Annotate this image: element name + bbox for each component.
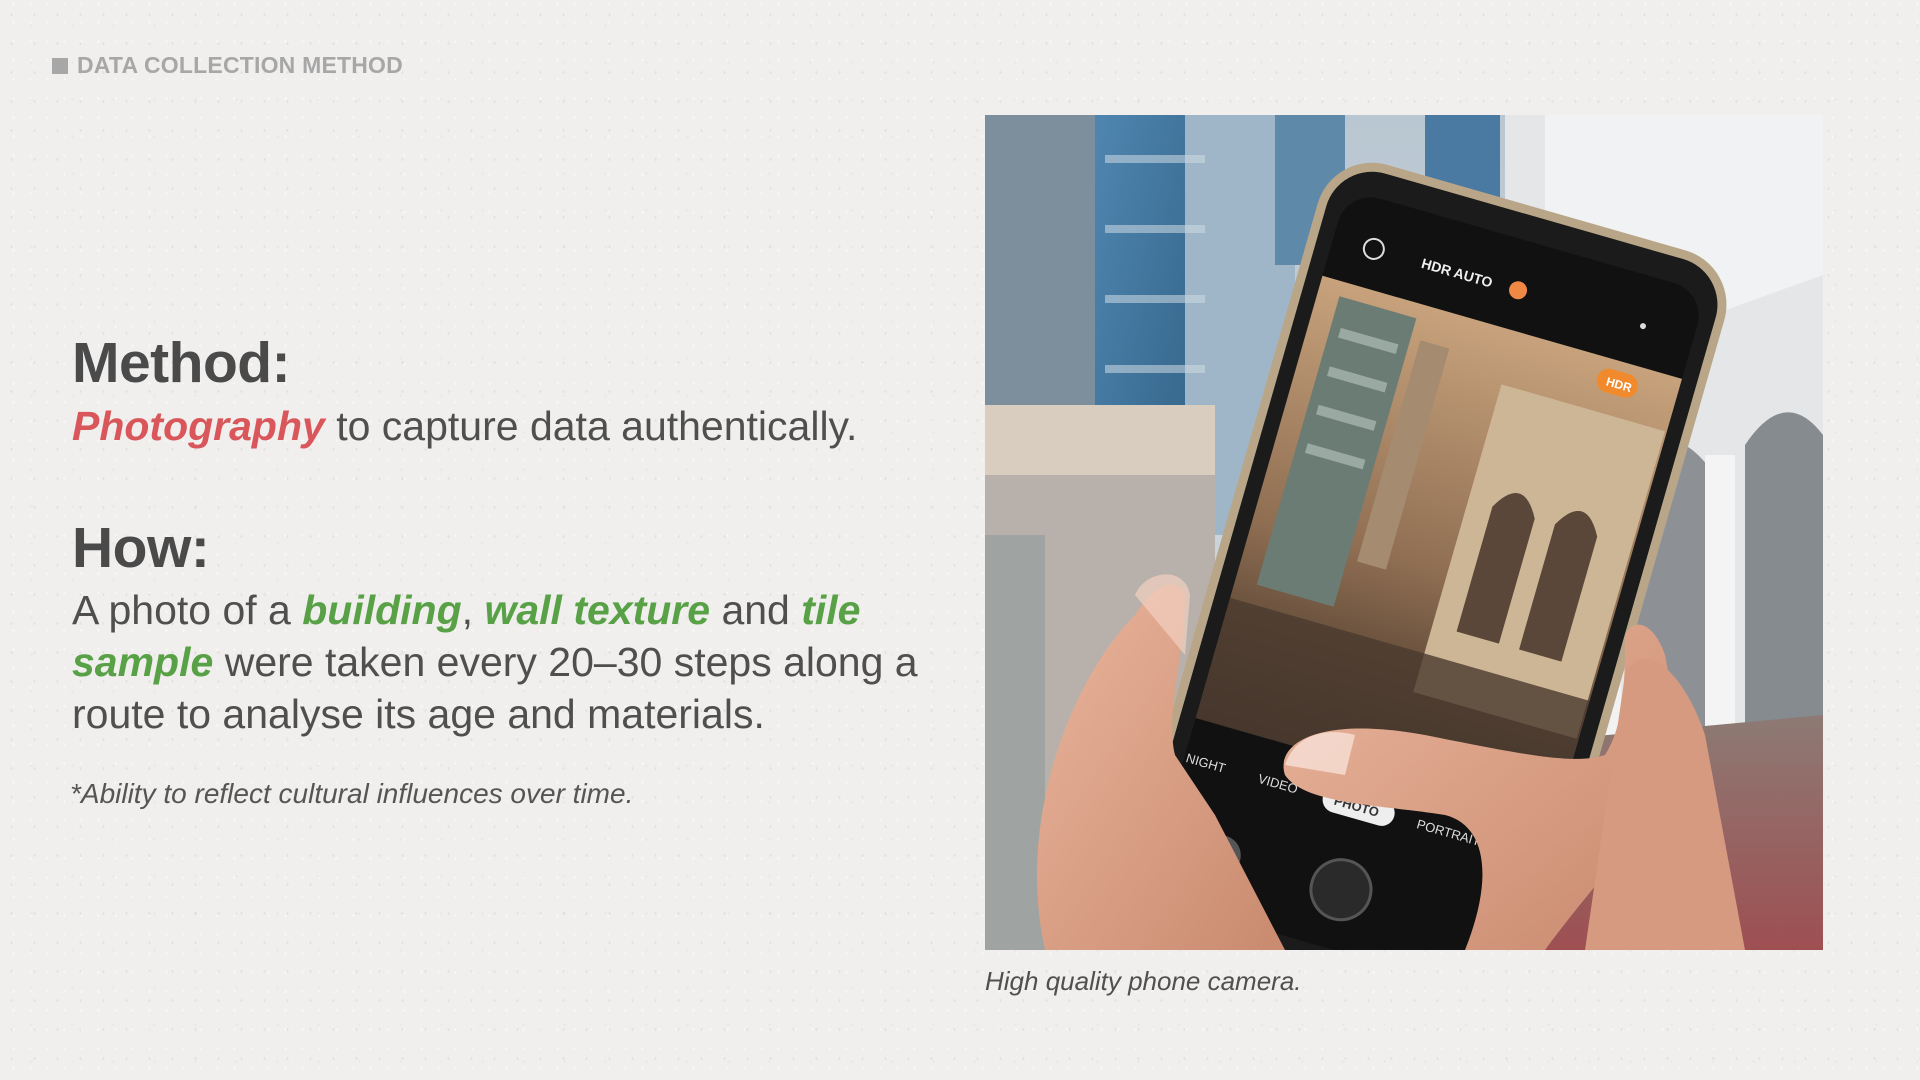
how-heading: How:	[72, 516, 210, 580]
phone-camera-photo: HDR AUTO HDR NIGHT VIDEO PHOTO PORTRAIT	[985, 115, 1823, 950]
section-label: DATA COLLECTION METHOD	[52, 52, 403, 79]
how-text-segment: and	[710, 587, 802, 633]
method-description: Photography to capture data authenticall…	[72, 400, 952, 452]
how-description: A photo of a building, wall texture and …	[72, 584, 952, 740]
footnote: *Ability to reflect cultural influences …	[70, 778, 634, 809]
how-highlight-term: wall texture	[484, 587, 711, 633]
method-description-rest: to capture data authentically.	[324, 403, 858, 449]
section-marker-square	[52, 57, 68, 74]
section-label-text: DATA COLLECTION METHOD	[77, 52, 403, 78]
method-highlight: Photography	[72, 403, 325, 449]
how-text-segment: A photo of a	[72, 587, 303, 633]
method-heading: Method:	[72, 331, 291, 395]
photo-caption: High quality phone camera.	[985, 966, 1302, 996]
how-text-segment: ,	[461, 587, 485, 633]
how-highlight-term: building	[302, 587, 462, 633]
